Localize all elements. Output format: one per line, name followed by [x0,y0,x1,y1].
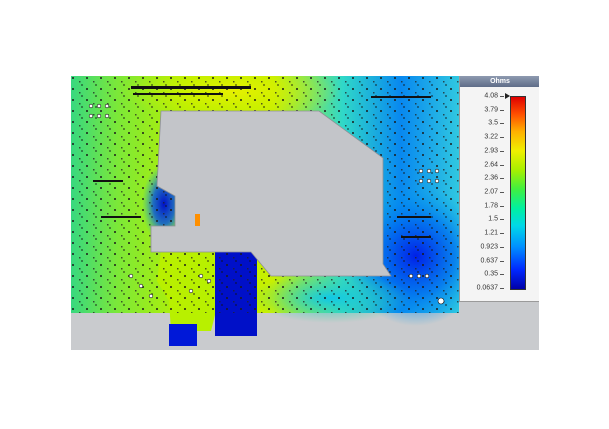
legend-tick-label: 2.36 [484,174,498,182]
legend-tick-mark [500,192,504,193]
legend-tick-label: 1.21 [484,229,498,237]
legend-tick-label: 1.5 [488,215,498,223]
lower-tab-low [169,324,197,346]
legend-tick-mark [500,96,504,97]
legend-ticks: 4.08 3.79 3.5 3.22 2.93 2.64 2.36 2.07 1.78 1.5 1.… [462,92,504,292]
legend-tick-mark [500,178,504,180]
legend-tick-label: 1.78 [484,202,498,210]
legend-tick-mark [500,164,504,166]
legend-tick-mark [500,205,504,207]
legend-tick-mark [500,219,504,221]
legend-tick-label: 2.07 [484,188,498,196]
legend-tick-label: 3.79 [484,106,498,114]
color-legend: Ohms 4.08 3.79 3.5 3.22 2.93 2.64 2.36 2.07 1.78… [459,76,539,302]
legend-tick-mark [500,233,504,235]
legend-tick-label: 0.35 [484,270,498,278]
legend-tick-mark [500,288,504,289]
legend-title: Ohms [460,76,539,87]
legend-tick-mark [500,150,504,152]
legend-tick-label: 0.637 [480,257,498,265]
simulation-viewport[interactable]: Ohms 4.08 3.79 3.5 3.22 2.93 2.64 2.36 2.07 1.78… [71,76,539,350]
legend-tick-label: 2.93 [484,147,498,155]
hotspot [195,214,200,226]
legend-tick-mark [500,123,504,125]
legend-colorbar [510,96,526,290]
legend-tick-label: 2.64 [484,161,498,169]
legend-tick-label: 0.0637 [476,284,498,292]
legend-tick-label: 4.08 [484,92,498,100]
legend-tick-mark [500,260,504,262]
pcb-resistance-heatmap [71,76,459,346]
legend-tick-mark [500,109,504,111]
legend-tick-mark [500,137,504,139]
legend-tick-label: 0.923 [480,243,498,251]
legend-tick-label: 3.5 [488,119,498,127]
legend-tick-mark [500,246,504,248]
legend-tick-mark [500,274,504,276]
legend-tick-label: 3.22 [484,133,498,141]
